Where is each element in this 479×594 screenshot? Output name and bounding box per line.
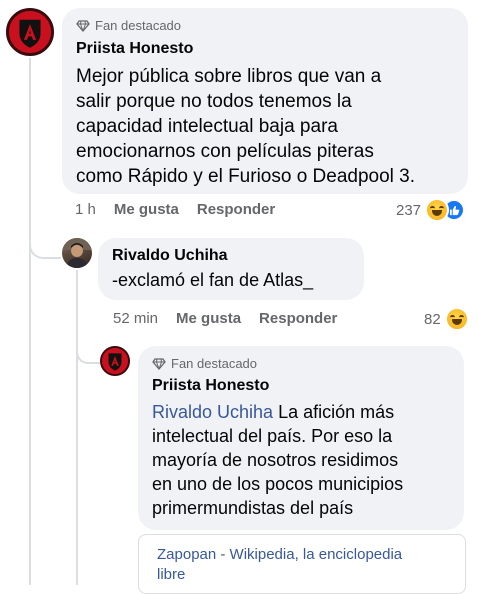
diamond-icon <box>76 19 90 32</box>
comment-text-line: en uno de los pocos municipios <box>152 474 404 494</box>
badge-label: Fan destacado <box>95 18 182 33</box>
comment-text: Rivaldo Uchiha La afición más intelectua… <box>152 400 403 520</box>
avatar[interactable] <box>6 8 54 56</box>
thread-line-main <box>29 58 31 585</box>
comment-text-fragment: La afición más <box>273 402 395 422</box>
comment-text-line: mayoría de nosotros residimos <box>152 450 399 470</box>
comment-time[interactable]: 1 h <box>75 201 96 218</box>
avatar[interactable] <box>62 238 92 268</box>
comment-text-line: capacidad intelectual baja para <box>76 116 338 137</box>
comment-text-line: Mejor pública sobre libros que van a <box>76 66 382 87</box>
avatar[interactable] <box>100 346 130 376</box>
comment-text-line: salir porque no todos tenemos la <box>76 91 352 112</box>
comment-time[interactable]: 52 min <box>113 310 158 327</box>
reply-bubble[interactable]: Fan destacado Priista Honesto Rivaldo Uc… <box>138 346 464 530</box>
mention-link[interactable]: Rivaldo Uchiha <box>152 402 273 422</box>
comment-text: Mejor pública sobre libros que van a sal… <box>76 64 415 189</box>
diamond-icon <box>152 357 166 370</box>
thread-line-reply <box>76 270 78 585</box>
reply-button[interactable]: Responder <box>259 310 337 327</box>
fan-badge: Fan destacado <box>152 356 257 371</box>
comment-bubble[interactable]: Fan destacado Priista Honesto Mejor públ… <box>62 8 468 194</box>
fan-badge: Fan destacado <box>76 18 181 33</box>
link-preview-card[interactable]: Zapopan - Wikipedia, la enciclopedia lib… <box>138 534 466 594</box>
reply-bubble[interactable]: Rivaldo Uchiha -exclamó el fan de Atlas_ <box>98 238 364 300</box>
atlas-logo-icon <box>9 11 51 53</box>
person-photo-icon <box>62 238 92 268</box>
reaction-count: 82 <box>424 310 441 328</box>
link-preview-title-line: Zapopan - Wikipedia, la enciclopedia <box>157 546 403 563</box>
like-button[interactable]: Me gusta <box>176 310 241 327</box>
comment-text-line: Rivaldo Uchiha La afición más <box>152 400 403 424</box>
link-preview-title[interactable]: Zapopan - Wikipedia, la enciclopedia lib… <box>157 545 402 585</box>
reaction-summary[interactable]: 237 <box>396 198 466 222</box>
comment-author[interactable]: Rivaldo Uchiha <box>112 247 228 265</box>
haha-icon <box>425 198 450 222</box>
like-button[interactable]: Me gusta <box>114 201 179 218</box>
thread-line-curve <box>29 225 61 259</box>
haha-icon <box>444 307 469 331</box>
atlas-logo-icon <box>102 348 128 374</box>
comment-text: -exclamó el fan de Atlas_ <box>112 270 314 290</box>
comment-actions: 52 min Me gusta Responder <box>113 310 337 327</box>
badge-label: Fan destacado <box>171 356 258 371</box>
reply-button[interactable]: Responder <box>197 201 275 218</box>
comment-text-line: primermundistas del país <box>152 498 354 518</box>
thread-line-curve-nested <box>76 340 100 364</box>
comment-text-line: como Rápido y el Furioso o Deadpool 3. <box>76 166 416 187</box>
comment-actions: 1 h Me gusta Responder <box>75 201 275 218</box>
comment-author[interactable]: Priista Honesto <box>152 377 269 395</box>
reaction-summary[interactable]: 82 <box>424 307 469 331</box>
comment-text-line: intelectual del país. Por eso la <box>152 426 393 446</box>
reaction-count: 237 <box>396 201 422 219</box>
comment-author[interactable]: Priista Honesto <box>76 40 193 58</box>
link-preview-title-line: libre <box>157 566 186 583</box>
comment-text-line: emocionarnos con películas piteras <box>76 141 374 162</box>
